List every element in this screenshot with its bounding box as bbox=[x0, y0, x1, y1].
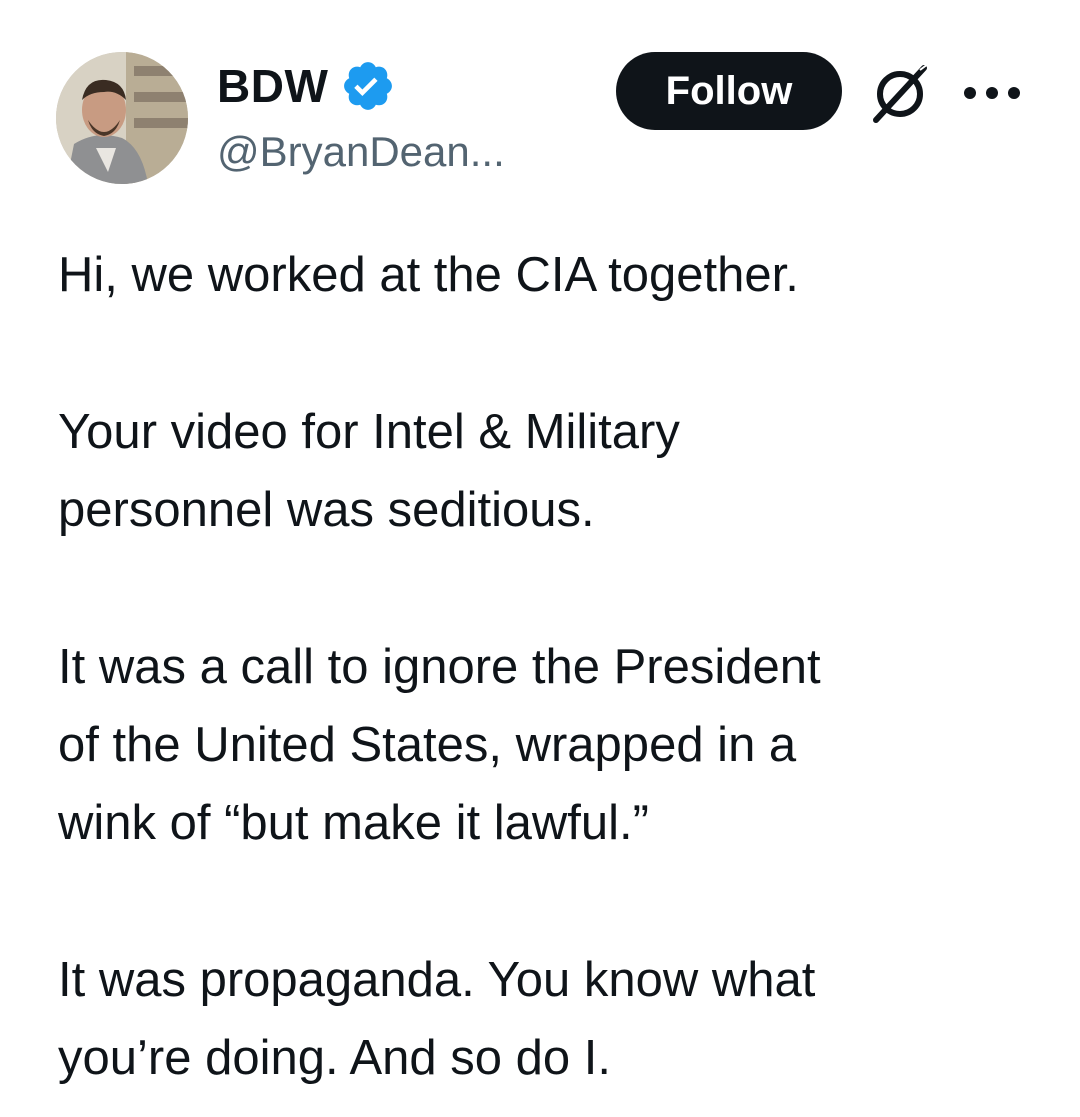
tweet-line: wink of “but make it lawful.” bbox=[58, 796, 649, 850]
tweet-line: you’re doing. And so do I. bbox=[58, 1031, 611, 1085]
user-handle[interactable]: @BryanDean... bbox=[217, 126, 505, 178]
verified-badge-icon bbox=[344, 62, 393, 110]
name-row: BDW bbox=[217, 58, 396, 114]
tweet-line: It was a call to ignore the President bbox=[58, 640, 821, 694]
tweet-line: Hi, we worked at the CIA together. bbox=[58, 248, 799, 302]
tweet-paragraph: It was propaganda. You know what you’re … bbox=[58, 941, 1048, 1097]
tweet-paragraph: It was a call to ignore the President of… bbox=[58, 628, 1048, 862]
display-name[interactable]: BDW bbox=[217, 58, 328, 114]
tweet-line: personnel was seditious. bbox=[58, 483, 595, 537]
tweet-paragraph: Hi, we worked at the CIA together. bbox=[58, 236, 1048, 314]
tweet-line: of the United States, wrapped in a bbox=[58, 718, 797, 772]
tweet-header: BDW @BryanDean... Follow bbox=[0, 0, 1080, 200]
more-options-icon[interactable] bbox=[960, 78, 1024, 108]
grok-icon[interactable] bbox=[866, 60, 934, 128]
tweet-line: It was propaganda. You know what bbox=[58, 953, 816, 1007]
tweet-line: Your video for Intel & Military bbox=[58, 405, 680, 459]
avatar[interactable] bbox=[56, 52, 188, 184]
tweet-paragraph: Your video for Intel & Military personne… bbox=[58, 393, 1048, 549]
tweet-text: Hi, we worked at the CIA together. Your … bbox=[58, 236, 1048, 1097]
follow-button[interactable]: Follow bbox=[616, 52, 842, 130]
